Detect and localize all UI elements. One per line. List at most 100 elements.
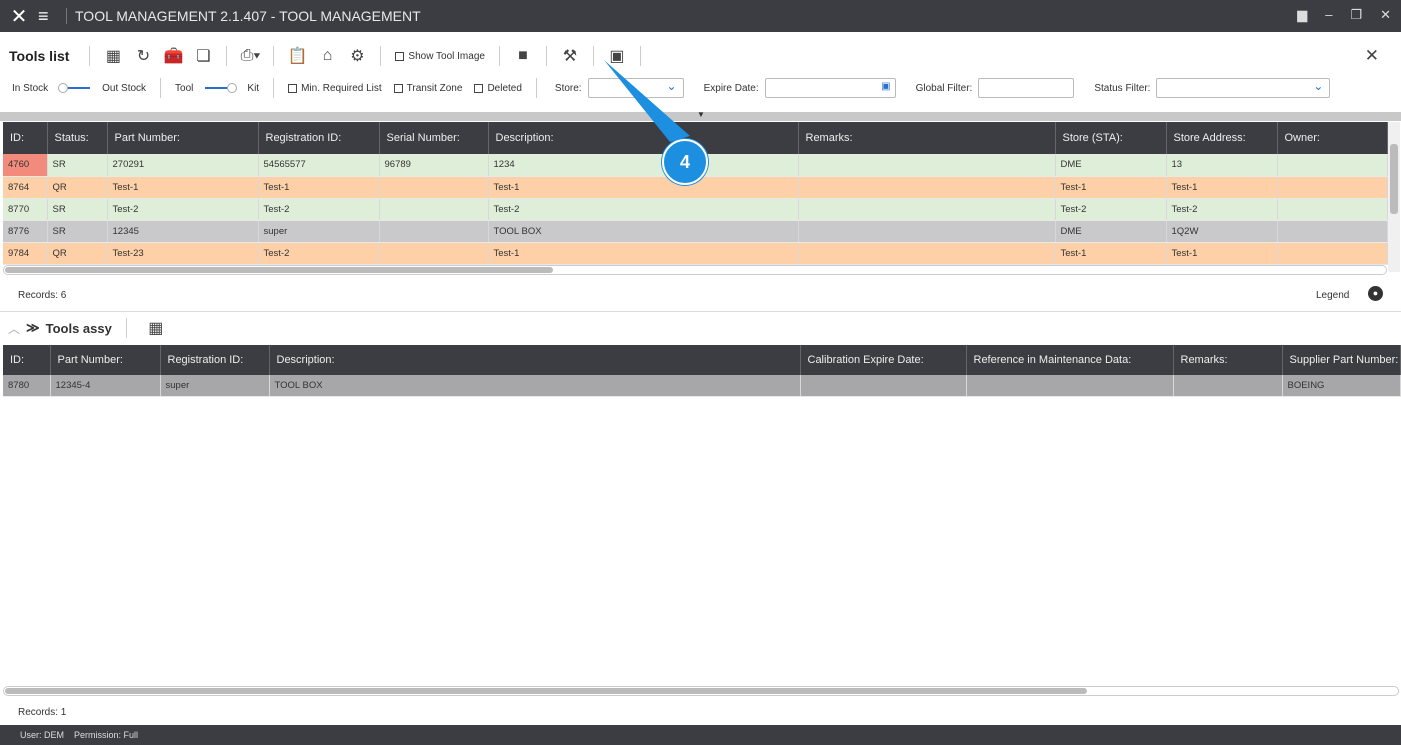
hamburger-menu-icon[interactable]: ≡ <box>38 6 66 27</box>
table-cell: Test-2 <box>107 198 259 221</box>
table-row[interactable]: 9784 QR Test-23 Test-2 Test-1 Test-1 Test-1 <box>3 242 1388 265</box>
column-header[interactable]: ID: <box>3 345 51 375</box>
table-cell: 1Q2W <box>1166 220 1278 243</box>
show-tool-image-label: Show Tool Image <box>408 50 485 62</box>
table-cell: QR <box>47 176 108 199</box>
out-stock-label: Out Stock <box>102 82 147 94</box>
table-cell: super <box>160 375 270 397</box>
column-header[interactable]: Remarks: <box>1173 345 1283 375</box>
notifications-icon[interactable]: ▆ <box>1297 7 1307 23</box>
table-cell: BOEING <box>1282 375 1401 397</box>
table-cell <box>379 198 489 221</box>
restore-button[interactable]: ❐ <box>1350 7 1362 23</box>
table-cell <box>966 375 1174 397</box>
table-cell <box>1277 220 1388 243</box>
column-header[interactable]: Supplier Part Number: <box>1282 345 1401 375</box>
table-cell <box>1173 375 1283 397</box>
table-cell: DME <box>1055 154 1167 177</box>
table-cell: Test-23 <box>107 242 259 265</box>
min-required-label: Min. Required List <box>301 82 382 94</box>
global-filter-label: Global Filter: <box>915 82 973 94</box>
home-icon[interactable]: ⌂ <box>318 47 336 65</box>
settings-hand-icon[interactable]: ⚙ <box>348 47 366 65</box>
tool-kit-toggle[interactable] <box>203 83 238 93</box>
column-header[interactable]: Calibration Expire Date: <box>800 345 967 375</box>
tools-toolbar: Tools list ▦ ↻ 🧰 ❏ ⎙▾ 📋 ⌂ ⚙ Show Tool Im… <box>0 40 1401 72</box>
title-bar: ✕ ≡ TOOL MANAGEMENT 2.1.407 - TOOL MANAG… <box>0 0 1401 32</box>
copy-icon[interactable]: ❏ <box>194 47 212 65</box>
table-row[interactable]: 8770 SR Test-2 Test-2 Test-2 Test-2 Test-2 <box>3 198 1388 221</box>
close-window-button[interactable]: ✕ <box>1380 7 1391 23</box>
table-cell: Test-1 <box>258 176 380 199</box>
table-cell: DME <box>1055 220 1167 243</box>
column-header[interactable]: Status: <box>47 122 108 154</box>
table-cell: 8770 <box>3 198 48 221</box>
min-required-checkbox[interactable]: Min. Required List <box>288 83 382 94</box>
toolbox-icon[interactable]: 🧰 <box>163 47 183 65</box>
clipboard-icon[interactable]: 📋 <box>287 47 307 65</box>
stock-toggle[interactable] <box>58 83 92 93</box>
print-icon[interactable]: ⎙▾ <box>241 47 261 65</box>
refresh-icon[interactable]: ↻ <box>134 47 152 65</box>
tools-vertical-scrollbar[interactable] <box>1388 122 1400 272</box>
eye-icon[interactable]: ● <box>1368 286 1383 301</box>
table-row[interactable]: 8780 12345-4 super TOOL BOX BOEING <box>3 375 1401 397</box>
tools-logo-icon: ✕ <box>10 5 28 28</box>
table-cell: Test-2 <box>1055 198 1167 221</box>
table-cell: SR <box>47 220 108 243</box>
table-cell <box>798 198 1056 221</box>
tools-horizontal-scrollbar[interactable] <box>3 265 1387 275</box>
table-cell <box>1277 198 1388 221</box>
assy-grid: ID: Part Number: Registration ID: Descripti… <box>3 345 1401 397</box>
transit-zone-checkbox[interactable]: Transit Zone <box>393 82 463 94</box>
status-filter-label: Status Filter: <box>1094 82 1151 94</box>
table-cell: SR <box>47 154 108 177</box>
export-excel-icon[interactable]: ▦ <box>147 319 165 337</box>
table-cell: Test-2 <box>258 198 380 221</box>
store-label: Store: <box>554 82 582 94</box>
tools-wrench-icon[interactable]: ⚒ <box>561 47 579 65</box>
folder-icon[interactable]: ■ <box>514 47 532 65</box>
splitter-bar[interactable]: ▼ <box>0 110 1401 121</box>
assy-horizontal-scrollbar[interactable] <box>3 686 1399 696</box>
table-cell: Test-1 <box>488 242 799 265</box>
column-header[interactable]: Registration ID: <box>160 345 270 375</box>
expire-date-input[interactable]: ▣ <box>764 78 896 98</box>
tools-assy-title: Tools assy <box>45 320 112 336</box>
minimize-button[interactable]: – <box>1325 7 1332 23</box>
column-header[interactable]: ID: <box>3 122 48 154</box>
table-cell <box>1277 242 1388 265</box>
table-cell <box>800 375 967 397</box>
legend-label[interactable]: Legend <box>1316 290 1349 301</box>
column-header[interactable]: Part Number: <box>107 122 259 154</box>
column-header[interactable]: Store (STA): <box>1055 122 1167 154</box>
deleted-checkbox[interactable]: Deleted <box>474 82 522 94</box>
column-header[interactable]: Registration ID: <box>258 122 380 154</box>
column-header[interactable]: Description: <box>269 345 801 375</box>
calendar-icon[interactable]: ▣ <box>881 81 890 92</box>
global-filter-input[interactable] <box>978 78 1075 98</box>
table-cell: TOOL BOX <box>488 220 799 243</box>
show-tool-image-checkbox[interactable]: Show Tool Image <box>395 51 485 62</box>
table-row[interactable]: 8776 SR 12345 super TOOL BOX DME 1Q2W <box>3 220 1388 243</box>
column-header[interactable]: Reference in Maintenance Data: <box>966 345 1174 375</box>
kit-label: Kit <box>247 82 260 94</box>
table-cell: Test-1 <box>1166 176 1278 199</box>
column-header[interactable]: Serial Number: <box>379 122 489 154</box>
column-header[interactable]: Part Number: <box>50 345 161 375</box>
table-cell: Test-1 <box>1055 176 1167 199</box>
deleted-label: Deleted <box>487 82 522 94</box>
table-cell <box>798 154 1056 177</box>
chevron-double-down-icon[interactable]: ≫ <box>26 320 40 336</box>
chevron-up-icon[interactable]: ︿ <box>8 320 20 337</box>
table-cell: 8764 <box>3 176 48 199</box>
export-excel-icon[interactable]: ▦ <box>104 47 122 65</box>
status-filter-select[interactable] <box>1156 78 1331 98</box>
close-panel-button[interactable]: ✕ <box>1365 46 1379 66</box>
table-cell: Test-1 <box>1166 242 1278 265</box>
table-cell: 270291 <box>107 154 259 177</box>
transit-zone-label: Transit Zone <box>406 82 463 94</box>
column-header[interactable]: Store Address: <box>1166 122 1278 154</box>
column-header[interactable]: Remarks: <box>798 122 1056 154</box>
column-header[interactable]: Owner: <box>1277 122 1388 154</box>
